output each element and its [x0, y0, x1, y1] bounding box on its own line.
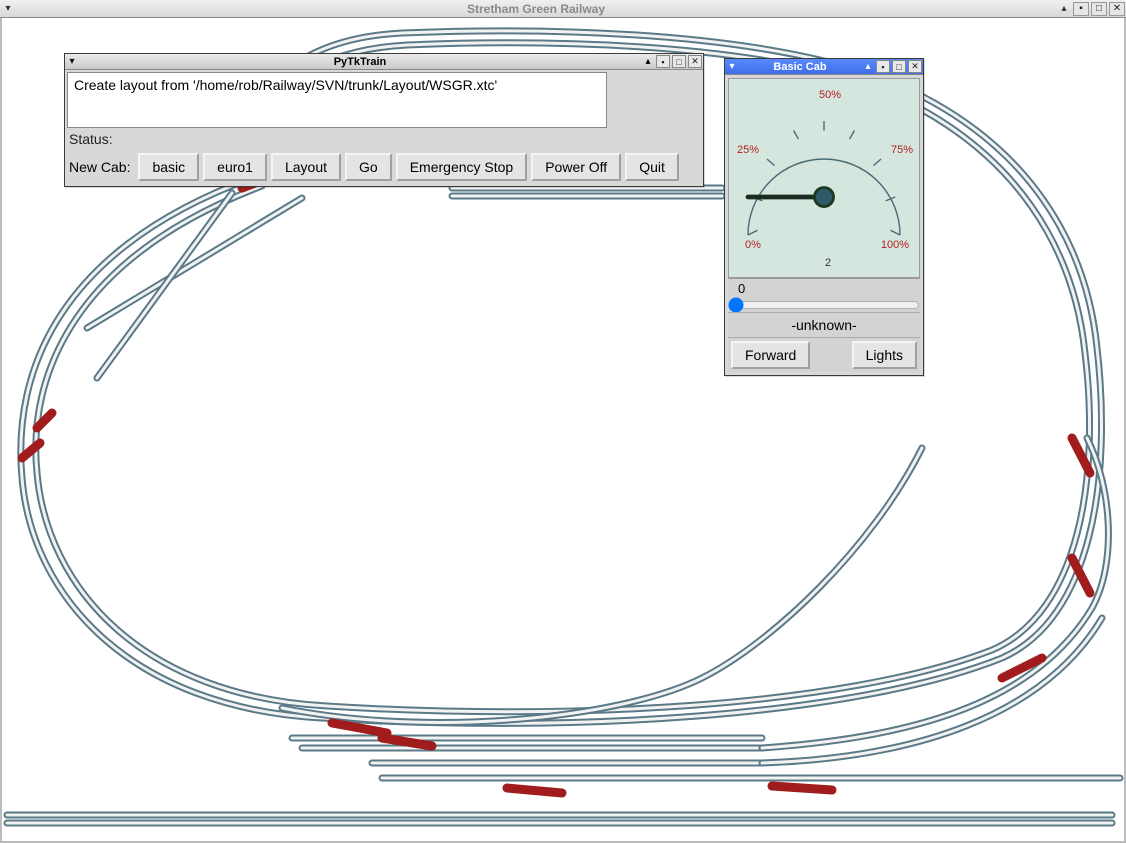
gauge-tick-25: 25% — [737, 144, 759, 156]
app-title: Stretham Green Railway — [16, 2, 1056, 16]
pytktrain-minimize-button[interactable]: ▪ — [656, 55, 670, 68]
quit-button[interactable]: Quit — [625, 153, 679, 181]
gauge-address: 2 — [825, 257, 831, 269]
chevron-up-icon[interactable]: ▴ — [861, 60, 875, 74]
basic-cab-maximize-button[interactable]: □ — [892, 60, 906, 73]
basic-cab-minimize-button[interactable]: ▪ — [876, 60, 890, 73]
pytktrain-window: ▾ PyTkTrain ▴ ▪ □ ✕ Status: New Cab: bas… — [64, 53, 704, 187]
pytktrain-maximize-button[interactable]: □ — [672, 55, 686, 68]
basic-cab-close-button[interactable]: ✕ — [908, 60, 922, 73]
speed-gauge: 50% 25% 75% 0% 100% 2 — [728, 78, 920, 278]
status-label: Status: — [69, 131, 113, 147]
loco-name: -unknown- — [728, 312, 920, 337]
basic-cab-title: Basic Cab — [739, 61, 861, 73]
throttle-slider[interactable] — [728, 298, 920, 312]
euro1-button[interactable]: euro1 — [203, 153, 267, 181]
throttle-value: 0 — [728, 279, 920, 298]
pytktrain-body: Status: New Cab: basic euro1 Layout Go E… — [65, 70, 703, 186]
app-minimize-button[interactable]: ▪ — [1073, 2, 1089, 16]
app-titlebar: ▾ Stretham Green Railway ▴ ▪ □ ✕ — [0, 0, 1126, 18]
spacer — [814, 341, 847, 369]
lights-button[interactable]: Lights — [852, 341, 917, 369]
emergency-stop-button[interactable]: Emergency Stop — [396, 153, 528, 181]
pytktrain-titlebar[interactable]: ▾ PyTkTrain ▴ ▪ □ ✕ — [65, 54, 703, 70]
gauge-tick-100: 100% — [881, 239, 909, 251]
newcab-label: New Cab: — [69, 159, 130, 175]
basic-cab-window: ▾ Basic Cab ▴ ▪ □ ✕ — [724, 58, 924, 376]
log-textarea[interactable] — [67, 72, 607, 128]
throttle-slider-row: 0 — [728, 278, 920, 312]
pytktrain-title: PyTkTrain — [79, 56, 641, 68]
gauge-tick-75: 75% — [891, 144, 913, 156]
forward-button[interactable]: Forward — [731, 341, 810, 369]
basic-cab-body: 50% 25% 75% 0% 100% 2 0 -unknown- Forwar… — [725, 75, 923, 375]
status-row: Status: — [67, 128, 701, 150]
chevron-down-icon[interactable]: ▾ — [725, 60, 739, 74]
gauge-tick-50: 50% — [819, 89, 841, 101]
chevron-up-icon[interactable]: ▴ — [641, 55, 655, 69]
layout-button[interactable]: Layout — [271, 153, 341, 181]
app-close-button[interactable]: ✕ — [1109, 2, 1125, 16]
basic-cab-titlebar[interactable]: ▾ Basic Cab ▴ ▪ □ ✕ — [725, 59, 923, 75]
gauge-tick-0: 0% — [745, 239, 761, 251]
chevron-down-icon[interactable]: ▾ — [65, 55, 79, 69]
app-menu-caret-icon[interactable]: ▾ — [0, 1, 16, 17]
cab-buttons-row: Forward Lights — [728, 337, 920, 372]
basic-button[interactable]: basic — [138, 153, 199, 181]
pytktrain-close-button[interactable]: ✕ — [688, 55, 702, 68]
app-maximize-button[interactable]: □ — [1091, 2, 1107, 16]
go-button[interactable]: Go — [345, 153, 392, 181]
power-off-button[interactable]: Power Off — [531, 153, 621, 181]
app-body: ▾ PyTkTrain ▴ ▪ □ ✕ Status: New Cab: bas… — [0, 18, 1126, 843]
newcab-row: New Cab: basic euro1 Layout Go Emergency… — [67, 150, 701, 184]
app-shade-up-icon[interactable]: ▴ — [1056, 1, 1072, 17]
